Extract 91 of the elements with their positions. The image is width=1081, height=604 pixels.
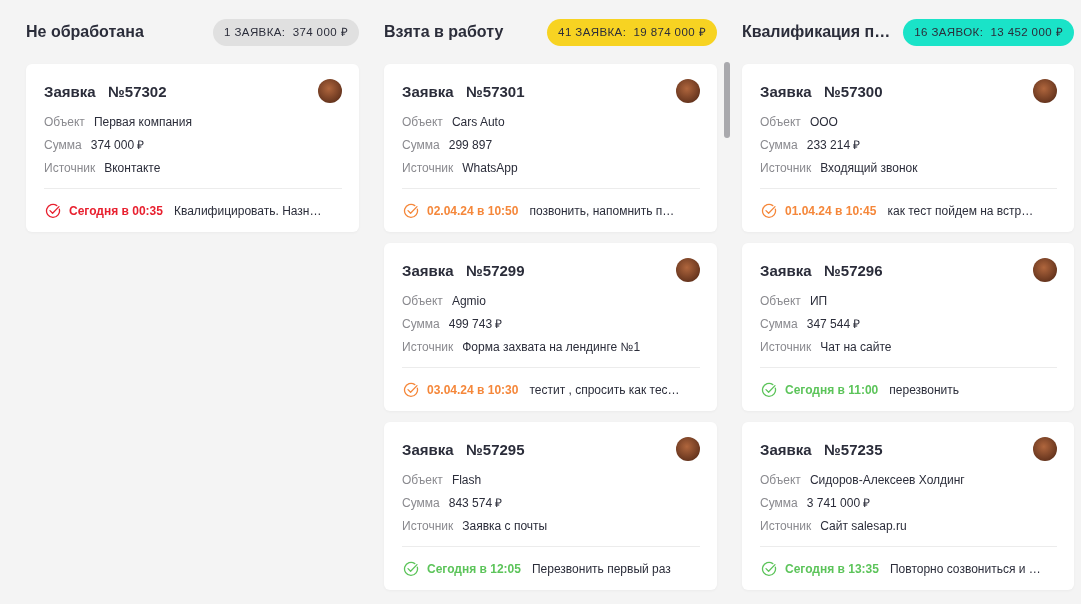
task-text: позвонить, напомнить п… xyxy=(529,203,675,218)
field-value: 3 741 000 ₽ xyxy=(806,495,871,511)
task-text: перезвонить xyxy=(889,382,960,397)
avatar-icon xyxy=(1033,79,1057,103)
field-value: WhatsApp xyxy=(462,160,518,175)
field-value: Заявка с почты xyxy=(462,518,548,533)
field-value: Форма захвата на лендинге №1 xyxy=(462,339,641,354)
field-label: Источник xyxy=(760,518,812,533)
check-circle-icon[interactable] xyxy=(403,381,419,398)
task-time: Сегодня в 00:35 xyxy=(69,203,163,218)
task-time: Сегодня в 11:00 xyxy=(785,382,879,397)
count-badge: 41 ЗАЯВКА: 19 874 000 ₽ xyxy=(547,18,717,46)
check-circle-icon[interactable] xyxy=(45,202,61,219)
column-title: Не обработана xyxy=(26,23,144,41)
field-label: Источник xyxy=(760,160,812,175)
check-circle-icon[interactable] xyxy=(761,381,777,398)
field-value: Agmio xyxy=(451,293,486,308)
deal-card[interactable]: Заявка №57295 Объект Flash Сумма 843 574 ₽ Источник Заявка с почты Сегодня в 12:05 Перезвонить первый раз xyxy=(384,422,717,590)
field-label: Сумма xyxy=(402,495,440,510)
field-value: Первая компания xyxy=(93,114,192,129)
deal-card[interactable]: Заявка №57300 Объект ООО Сумма 233 214 ₽ Источник Входящий звонок 01.04.24 в 10:45 как тест пойдем на встр… xyxy=(742,64,1074,232)
deal-card[interactable]: Заявка №57301 Объект Cars Auto Сумма 299 897 Источник WhatsApp 02.04.24 в 10:50 позвонить, напомнить п… xyxy=(384,64,717,232)
field-label: Сумма xyxy=(402,137,440,152)
deal-title: Заявка №57296 xyxy=(760,261,883,279)
task-text: Квалифицировать. Назн… xyxy=(173,203,322,218)
task-time: Сегодня в 12:05 xyxy=(427,561,521,576)
field-value: Flash xyxy=(451,472,482,487)
task-time: 03.04.24 в 10:30 xyxy=(427,382,519,397)
column-title: Квалификация п… xyxy=(742,23,891,41)
field-label: Сумма xyxy=(402,316,440,331)
field-value: Сайт salesap.ru xyxy=(820,518,907,533)
field-label: Источник xyxy=(44,160,96,175)
check-circle-icon[interactable] xyxy=(403,202,419,219)
deal-title: Заявка №57300 xyxy=(760,82,883,100)
field-label: Объект xyxy=(402,114,443,129)
field-value: ИП xyxy=(809,293,828,308)
task-text: Перезвонить первый раз xyxy=(531,561,671,576)
field-value: 374 000 ₽ xyxy=(90,137,145,153)
check-circle-icon[interactable] xyxy=(403,560,419,577)
task-time: Сегодня в 13:35 xyxy=(785,561,879,576)
field-label: Объект xyxy=(402,293,443,308)
avatar-icon xyxy=(318,79,342,103)
check-circle-icon[interactable] xyxy=(761,560,777,577)
deal-card[interactable]: Заявка №57302 Объект Первая компания Сумма 374 000 ₽ Источник Вконтакте Сегодня в 00:35 Квалифицировать. Назн… xyxy=(26,64,359,232)
task-time: 02.04.24 в 10:50 xyxy=(427,203,519,218)
field-value: Входящий звонок xyxy=(820,160,918,175)
field-label: Объект xyxy=(760,293,801,308)
field-value: Вконтакте xyxy=(104,160,161,175)
deal-title: Заявка №57235 xyxy=(760,440,883,458)
deal-title: Заявка №57301 xyxy=(402,82,525,100)
field-value: 299 897 xyxy=(448,137,493,152)
field-value: Cars Auto xyxy=(451,114,505,129)
deal-title: Заявка №57302 xyxy=(44,82,167,100)
deal-title: Заявка №57299 xyxy=(402,261,525,279)
field-value: 347 544 ₽ xyxy=(806,316,861,332)
field-label: Объект xyxy=(760,114,801,129)
check-circle-icon[interactable] xyxy=(761,202,777,219)
field-label: Сумма xyxy=(760,137,798,152)
avatar-icon xyxy=(676,258,700,282)
count-badge: 16 ЗАЯВОК: 13 452 000 ₽ xyxy=(903,18,1074,46)
avatar-icon xyxy=(1033,258,1057,282)
field-label: Сумма xyxy=(44,137,82,152)
field-value: 233 214 ₽ xyxy=(806,137,861,153)
field-value: 843 574 ₽ xyxy=(448,495,503,511)
task-text: Повторно созвониться и … xyxy=(889,561,1041,576)
field-label: Источник xyxy=(402,518,454,533)
deal-card[interactable]: Заявка №57235 Объект Сидоров-Алексеев Холдинг Сумма 3 741 000 ₽ Источник Сайт salesap.ru Сегодня в 13:35 Повторно созвониться и … xyxy=(742,422,1074,590)
field-label: Сумма xyxy=(760,495,798,510)
field-value: 499 743 ₽ xyxy=(448,316,503,332)
task-text: тестит , спросить как тес… xyxy=(529,382,680,397)
field-label: Источник xyxy=(402,160,454,175)
avatar-icon xyxy=(676,79,700,103)
deal-card[interactable]: Заявка №57296 Объект ИП Сумма 347 544 ₽ Источник Чат на сайте Сегодня в 11:00 перезвонить xyxy=(742,243,1074,411)
column-title: Взята в работу xyxy=(384,23,504,41)
count-badge: 1 ЗАЯВКА: 374 000 ₽ xyxy=(213,18,359,46)
scrollbar[interactable] xyxy=(724,62,730,138)
field-value: Сидоров-Алексеев Холдинг xyxy=(809,472,965,487)
deal-card[interactable]: Заявка №57299 Объект Agmio Сумма 499 743 ₽ Источник Форма захвата на лендинге №1 03.04.24 в 10:30 тестит , спросить как тес… xyxy=(384,243,717,411)
field-value: ООО xyxy=(809,114,838,129)
deal-title: Заявка №57295 xyxy=(402,440,525,458)
field-label: Источник xyxy=(760,339,812,354)
field-label: Источник xyxy=(402,339,454,354)
avatar-icon xyxy=(1033,437,1057,461)
task-text: как тест пойдем на встр… xyxy=(887,203,1034,218)
avatar-icon xyxy=(676,437,700,461)
field-label: Объект xyxy=(402,472,443,487)
field-label: Объект xyxy=(44,114,85,129)
task-time: 01.04.24 в 10:45 xyxy=(785,203,877,218)
field-label: Сумма xyxy=(760,316,798,331)
field-label: Объект xyxy=(760,472,801,487)
field-value: Чат на сайте xyxy=(820,339,892,354)
